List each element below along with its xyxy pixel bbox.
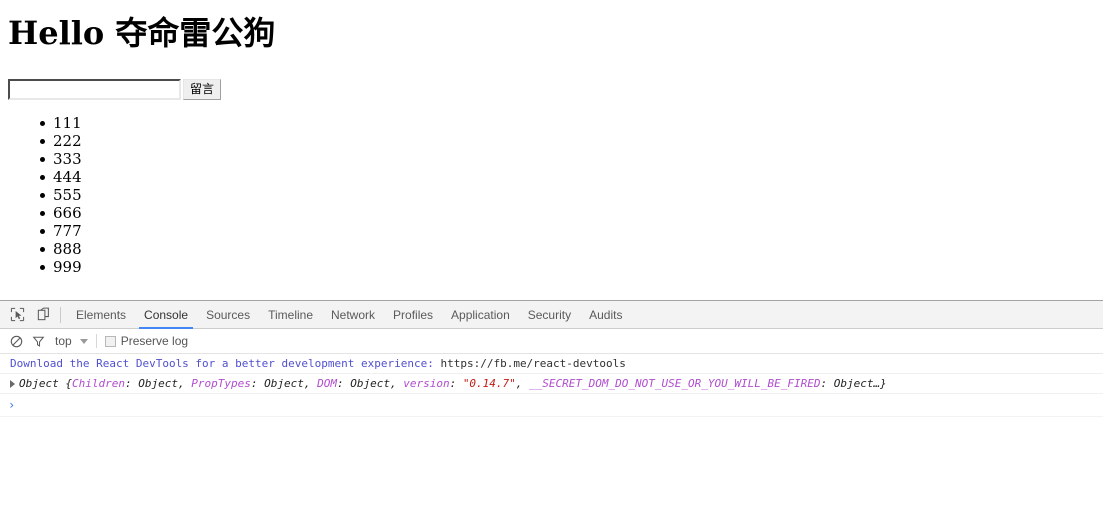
web-page-viewport: Hello 夺命雷公狗 留言 111 222 333 444 555 666 7… — [0, 0, 1103, 300]
comment-form: 留言 — [8, 79, 222, 100]
list-item: 666 — [40, 204, 82, 222]
object-key: PropTypes — [191, 377, 251, 390]
list-item: 333 — [40, 150, 82, 168]
tab-console[interactable]: Console — [135, 301, 197, 329]
object-key: __SECRET_DOM_DO_NOT_USE_OR_YOU_WILL_BE_F… — [529, 377, 821, 390]
object-value-string: "0.14.7" — [462, 377, 516, 390]
checkbox-box-icon — [104, 335, 116, 347]
disclosure-triangle-icon[interactable] — [10, 380, 15, 388]
object-sep: : — [336, 377, 351, 390]
list-item: 111 — [40, 114, 82, 132]
device-toolbar-icon[interactable] — [30, 302, 56, 328]
comment-list: 111 222 333 444 555 666 777 888 999 — [0, 114, 82, 276]
list-item: 999 — [40, 258, 82, 276]
filter-icon[interactable] — [27, 330, 49, 352]
page-title: Hello 夺命雷公狗 — [8, 14, 276, 52]
console-message-object[interactable]: Object {Children: Object, PropTypes: Obj… — [0, 374, 1103, 394]
tab-security[interactable]: Security — [519, 301, 580, 329]
chevron-down-icon — [79, 338, 88, 344]
object-open-brace: { — [65, 377, 72, 390]
devtools-tabbar: Elements Console Sources Timeline Networ… — [0, 301, 1103, 329]
tab-elements[interactable]: Elements — [67, 301, 135, 329]
object-prefix: Object — [19, 377, 66, 390]
execution-context-select[interactable]: top — [55, 334, 88, 348]
object-value: Object — [264, 377, 304, 390]
object-sep: : — [820, 377, 834, 390]
list-item: 444 — [40, 168, 82, 186]
list-item: 555 — [40, 186, 82, 204]
object-key: version — [403, 377, 450, 390]
object-after: , — [389, 377, 404, 390]
object-sep: : — [250, 377, 265, 390]
list-item: 777 — [40, 222, 82, 240]
list-item: 222 — [40, 132, 82, 150]
console-message-list: Download the React DevTools for a better… — [0, 354, 1103, 417]
prompt-chevron-icon: › — [8, 398, 16, 412]
clear-console-icon[interactable] — [5, 330, 27, 352]
object-value: Object — [350, 377, 390, 390]
console-prompt[interactable]: › — [0, 394, 1103, 417]
toolbar-divider — [60, 306, 61, 323]
object-after: , — [303, 377, 318, 390]
tab-network[interactable]: Network — [322, 301, 384, 329]
object-after: , — [177, 377, 192, 390]
console-message-info[interactable]: Download the React DevTools for a better… — [0, 354, 1103, 374]
tab-audits[interactable]: Audits — [580, 301, 631, 329]
object-value: Object — [138, 377, 178, 390]
object-key: Children — [71, 377, 125, 390]
console-filter-bar: top Preserve log — [0, 329, 1103, 354]
filter-divider — [95, 334, 97, 348]
object-after: , — [515, 377, 530, 390]
object-value: Object…} — [833, 377, 887, 390]
comment-input[interactable] — [8, 79, 181, 100]
tab-timeline[interactable]: Timeline — [259, 301, 322, 329]
preserve-log-checkbox[interactable]: Preserve log — [104, 334, 189, 348]
preserve-log-label: Preserve log — [120, 334, 189, 348]
list-item: 888 — [40, 240, 82, 258]
object-key: DOM — [317, 377, 337, 390]
devtools-panel: Elements Console Sources Timeline Networ… — [0, 300, 1103, 520]
inspect-element-icon[interactable] — [4, 302, 30, 328]
object-sep: : — [124, 377, 139, 390]
tab-profiles[interactable]: Profiles — [384, 301, 442, 329]
tab-application[interactable]: Application — [442, 301, 519, 329]
submit-comment-button[interactable]: 留言 — [183, 79, 222, 100]
console-message-url[interactable]: https://fb.me/react-devtools — [440, 357, 625, 370]
console-message-text: Download the React DevTools for a better… — [10, 357, 441, 370]
object-sep: : — [449, 377, 463, 390]
tab-sources[interactable]: Sources — [197, 301, 259, 329]
execution-context-label: top — [55, 334, 72, 348]
